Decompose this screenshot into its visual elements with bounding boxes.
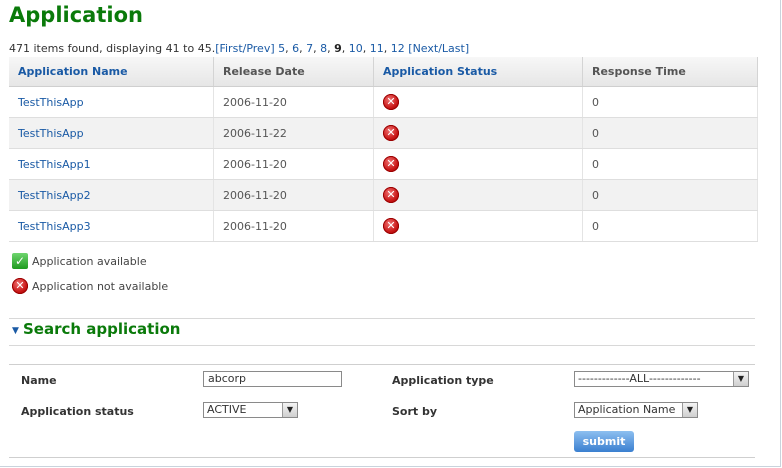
header-application-name[interactable]: Application Name [9,57,214,87]
response-time: 0 [582,117,758,149]
legend-not-available: ✕ Application not available [12,278,168,294]
chevron-down-icon: ▼ [682,403,697,417]
table-row: TestThisApp 2006-11-20 ✕ 0 [9,86,758,118]
application-table: Application Name Release Date Applicatio… [9,57,758,242]
result-summary: 471 items found, displaying 41 to 45. [9,42,216,55]
application-status-select[interactable]: ACTIVE ▼ [203,402,298,418]
application-type-label: Application type [392,374,494,387]
current-page: 9 [334,42,342,55]
release-date: 2006-11-20 [213,148,374,180]
application-status-value: ACTIVE [207,403,247,416]
release-date: 2006-11-20 [213,179,374,211]
red-x-icon: ✕ [383,156,399,172]
release-date: 2006-11-20 [213,210,374,242]
app-name-link[interactable]: TestThisApp [18,127,84,140]
application-type-value: -------------ALL------------- [578,372,701,385]
release-date: 2006-11-20 [213,86,374,118]
red-x-icon: ✕ [12,278,28,294]
name-input[interactable] [203,371,342,387]
red-x-icon: ✕ [383,187,399,203]
app-name-link[interactable]: TestThisApp [18,96,84,109]
application-type-select[interactable]: -------------ALL------------- ▼ [574,371,749,387]
page-frame: Application 471 items found, displaying … [0,0,781,467]
response-time: 0 [582,148,758,180]
search-section-header[interactable]: ▼ Search application [9,318,755,346]
sort-by-label: Sort by [392,405,438,418]
pagination: 471 items found, displaying 41 to 45.[Fi… [9,42,470,55]
response-time: 0 [582,210,758,242]
header-release-date: Release Date [213,57,374,87]
next-last-link[interactable]: [Next/Last] [408,42,469,55]
submit-button[interactable]: submit [574,431,634,452]
page-link-8[interactable]: 8 [320,42,327,55]
table-row: TestThisApp 2006-11-22 ✕ 0 [9,117,758,149]
table-row: TestThisApp2 2006-11-20 ✕ 0 [9,179,758,211]
header-application-status[interactable]: Application Status [373,57,583,87]
page-link-7[interactable]: 7 [306,42,313,55]
name-label: Name [21,374,57,387]
red-x-icon: ✕ [383,125,399,141]
page-link-12[interactable]: 12 [391,42,405,55]
legend-available: ✓ Application available [12,253,147,269]
page-link-10[interactable]: 10 [349,42,363,55]
sort-by-select[interactable]: Application Name ▼ [574,402,698,418]
header-response-time: Response Time [582,57,758,87]
red-x-icon: ✕ [383,218,399,234]
sort-by-value: Application Name [578,403,676,416]
app-name-link[interactable]: TestThisApp3 [18,220,91,233]
red-x-icon: ✕ [383,94,399,110]
release-date: 2006-11-22 [213,117,374,149]
triangle-down-icon: ▼ [12,326,19,336]
app-name-link[interactable]: TestThisApp2 [18,189,91,202]
response-time: 0 [582,179,758,211]
chevron-down-icon: ▼ [733,372,748,386]
application-status-label: Application status [21,405,134,418]
chevron-down-icon: ▼ [282,403,297,417]
page-title: Application [9,3,143,27]
response-time: 0 [582,86,758,118]
page-link-11[interactable]: 11 [370,42,384,55]
table-row: TestThisApp1 2006-11-20 ✕ 0 [9,148,758,180]
app-name-link[interactable]: TestThisApp1 [18,158,91,171]
green-check-icon: ✓ [12,253,28,269]
search-section-title: Search application [23,320,181,338]
legend-not-available-label: Application not available [32,279,169,293]
first-prev-link[interactable]: [First/Prev] [215,42,274,55]
search-form: Name Application type -------------ALL--… [9,364,755,458]
legend-available-label: Application available [32,254,147,268]
page-link-6[interactable]: 6 [292,42,299,55]
table-row: TestThisApp3 2006-11-20 ✕ 0 [9,210,758,242]
page-link-5[interactable]: 5 [278,42,285,55]
